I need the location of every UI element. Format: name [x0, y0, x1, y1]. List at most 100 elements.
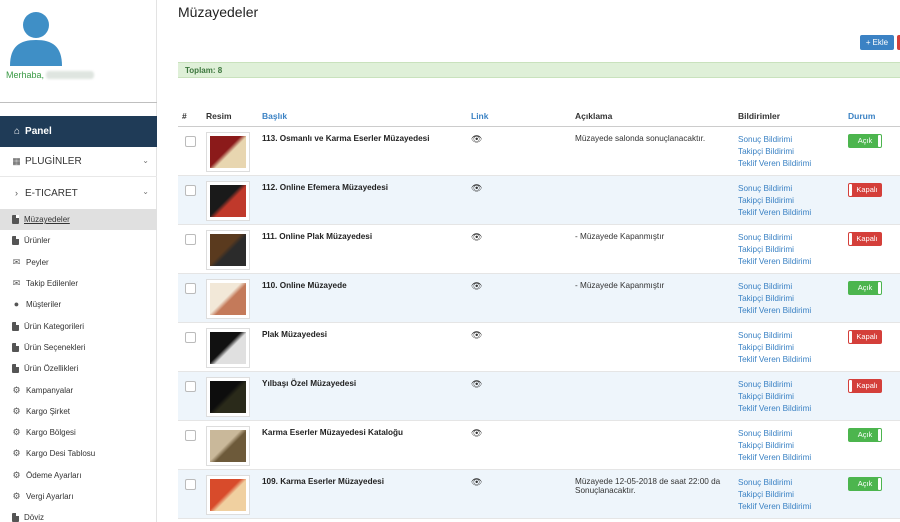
auction-thumbnail[interactable] [206, 278, 250, 319]
follower-notification-link[interactable]: Takipçi Bildirimi [738, 293, 840, 305]
row-checkbox[interactable] [185, 282, 196, 294]
status-toggle[interactable]: Açık [848, 280, 882, 295]
eye-icon[interactable]: 👁 [471, 330, 482, 340]
row-checkbox[interactable] [185, 478, 196, 490]
col-index: # [178, 106, 202, 127]
result-notification-link[interactable]: Sonuç Bildirimi [738, 281, 840, 293]
row-title[interactable]: 112. Online Efemera Müzayedesi [258, 175, 467, 225]
row-link-cell: 👁 [467, 126, 571, 176]
status-toggle[interactable]: Açık [848, 133, 882, 148]
bidder-notification-link[interactable]: Teklif Veren Bildirimi [738, 158, 840, 170]
sidebar-item-urunler[interactable]: Ürünler [0, 230, 157, 251]
row-title[interactable]: Yılbaşı Özel Müzayedesi [258, 371, 467, 421]
status-toggle[interactable]: Açık [848, 476, 882, 491]
bidder-notification-link[interactable]: Teklif Veren Bildirimi [738, 256, 840, 268]
sidebar-item-vergi[interactable]: ⚙ Vergi Ayarları [0, 486, 157, 507]
row-link-cell: 👁 [467, 420, 571, 470]
status-toggle[interactable]: Kapalı [848, 329, 882, 344]
result-notification-link[interactable]: Sonuç Bildirimi [738, 428, 840, 440]
eye-icon[interactable]: 👁 [471, 379, 482, 389]
row-checkbox[interactable] [185, 331, 196, 343]
sidebar-section-eticaret[interactable]: › E-TICARET ⌄ [0, 178, 157, 208]
result-notification-link[interactable]: Sonuç Bildirimi [738, 330, 840, 342]
row-title[interactable]: 110. Online Müzayede [258, 273, 467, 323]
sidebar-item-kargo-desi[interactable]: ⚙ Kargo Desi Tablosu [0, 443, 157, 464]
status-toggle[interactable]: Kapalı [848, 182, 882, 197]
eye-icon[interactable]: 👁 [471, 134, 482, 144]
sidebar-item-panel[interactable]: ⌂ Panel [0, 116, 157, 147]
bidder-notification-link[interactable]: Teklif Veren Bildirimi [738, 403, 840, 415]
auction-thumbnail[interactable] [206, 131, 250, 172]
follower-notification-link[interactable]: Takipçi Bildirimi [738, 342, 840, 354]
follower-notification-link[interactable]: Takipçi Bildirimi [738, 146, 840, 158]
result-notification-link[interactable]: Sonuç Bildirimi [738, 232, 840, 244]
row-checkbox[interactable] [185, 429, 196, 441]
sidebar-item-label: Ürün Seçenekleri [24, 342, 86, 352]
sidebar-item-peyler[interactable]: ✉ Peyler [0, 252, 157, 273]
row-checkbox[interactable] [185, 184, 196, 196]
row-checkbox[interactable] [185, 233, 196, 245]
row-description: - Müzayede Kapanmıştır [571, 224, 734, 274]
row-title[interactable]: Plak Müzayedesi [258, 322, 467, 372]
bidder-notification-link[interactable]: Teklif Veren Bildirimi [738, 207, 840, 219]
bidder-notification-link[interactable]: Teklif Veren Bildirimi [738, 305, 840, 317]
row-title[interactable]: 111. Online Plak Müzayedesi [258, 224, 467, 274]
status-toggle[interactable]: Kapalı [848, 231, 882, 246]
col-title[interactable]: Başlık [258, 106, 467, 127]
row-select-cell [178, 126, 202, 176]
auction-thumbnail[interactable] [206, 474, 250, 515]
result-notification-link[interactable]: Sonuç Bildirimi [738, 183, 840, 195]
result-notification-link[interactable]: Sonuç Bildirimi [738, 477, 840, 489]
sidebar-section-plugins[interactable]: ▦ PLUGİNLER ⌄ [0, 147, 157, 177]
follower-notification-link[interactable]: Takipçi Bildirimi [738, 440, 840, 452]
row-title[interactable]: 109. Karma Eserler Müzayedesi [258, 469, 467, 519]
col-link[interactable]: Link [467, 106, 571, 127]
status-toggle[interactable]: Açık [848, 427, 882, 442]
row-checkbox[interactable] [185, 380, 196, 392]
follower-notification-link[interactable]: Takipçi Bildirimi [738, 489, 840, 501]
status-toggle[interactable]: Kapalı [848, 378, 882, 393]
row-select-cell [178, 420, 202, 470]
row-notifications: Sonuç Bildirimi Takipçi Bildirimi Teklif… [734, 322, 844, 372]
bidder-notification-link[interactable]: Teklif Veren Bildirimi [738, 452, 840, 464]
chevron-down-icon: ⌄ [142, 156, 149, 165]
sidebar-item-doviz[interactable]: Döviz [0, 507, 157, 522]
auction-thumbnail[interactable] [206, 229, 250, 270]
row-title[interactable]: Karma Eserler Müzayedesi Kataloğu [258, 420, 467, 470]
row-description: - Müzayede Kapanmıştır [571, 273, 734, 323]
envelope-icon: ✉ [12, 278, 21, 289]
eye-icon[interactable]: 👁 [471, 477, 482, 487]
eye-icon[interactable]: 👁 [471, 428, 482, 438]
table-row: 113. Osmanlı ve Karma Eserler Müzayedesi… [178, 126, 900, 176]
sidebar-item-kampanyalar[interactable]: ⚙ Kampanyalar [0, 379, 157, 400]
eye-icon[interactable]: 👁 [471, 183, 482, 193]
follower-notification-link[interactable]: Takipçi Bildirimi [738, 244, 840, 256]
bidder-notification-link[interactable]: Teklif Veren Bildirimi [738, 501, 840, 513]
table-row: Plak Müzayedesi 👁 Sonuç Bildirimi Takipç… [178, 322, 900, 372]
add-button[interactable]: + Ekle [860, 35, 894, 50]
sidebar-item-label: Kargo Şirket [26, 406, 71, 416]
sidebar-item-secenekler[interactable]: Ürün Seçenekleri [0, 337, 157, 358]
sidebar-item-kargo-bolgesi[interactable]: ⚙ Kargo Bölgesi [0, 422, 157, 443]
sidebar-item-odeme[interactable]: ⚙ Ödeme Ayarları [0, 465, 157, 486]
row-checkbox[interactable] [185, 135, 196, 147]
auction-thumbnail[interactable] [206, 376, 250, 417]
result-notification-link[interactable]: Sonuç Bildirimi [738, 134, 840, 146]
sidebar-item-musteriler[interactable]: ● Müşteriler [0, 294, 157, 315]
col-status[interactable]: Durum [844, 106, 900, 127]
follower-notification-link[interactable]: Takipçi Bildirimi [738, 391, 840, 403]
auction-thumbnail[interactable] [206, 327, 250, 368]
bidder-notification-link[interactable]: Teklif Veren Bildirimi [738, 354, 840, 366]
eye-icon[interactable]: 👁 [471, 281, 482, 291]
sidebar-item-takip[interactable]: ✉ Takip Edilenler [0, 273, 157, 294]
result-notification-link[interactable]: Sonuç Bildirimi [738, 379, 840, 391]
eye-icon[interactable]: 👁 [471, 232, 482, 242]
sidebar-item-kargo-sirket[interactable]: ⚙ Kargo Şirket [0, 401, 157, 422]
auction-thumbnail[interactable] [206, 425, 250, 466]
auction-thumbnail[interactable] [206, 180, 250, 221]
follower-notification-link[interactable]: Takipçi Bildirimi [738, 195, 840, 207]
sidebar-item-kategoriler[interactable]: Ürün Kategorileri [0, 315, 157, 336]
sidebar-item-ozellikler[interactable]: Ürün Özellikleri [0, 358, 157, 379]
row-title[interactable]: 113. Osmanlı ve Karma Eserler Müzayedesi [258, 126, 467, 176]
sidebar-item-muzayedeler[interactable]: Müzayedeler [0, 209, 157, 231]
